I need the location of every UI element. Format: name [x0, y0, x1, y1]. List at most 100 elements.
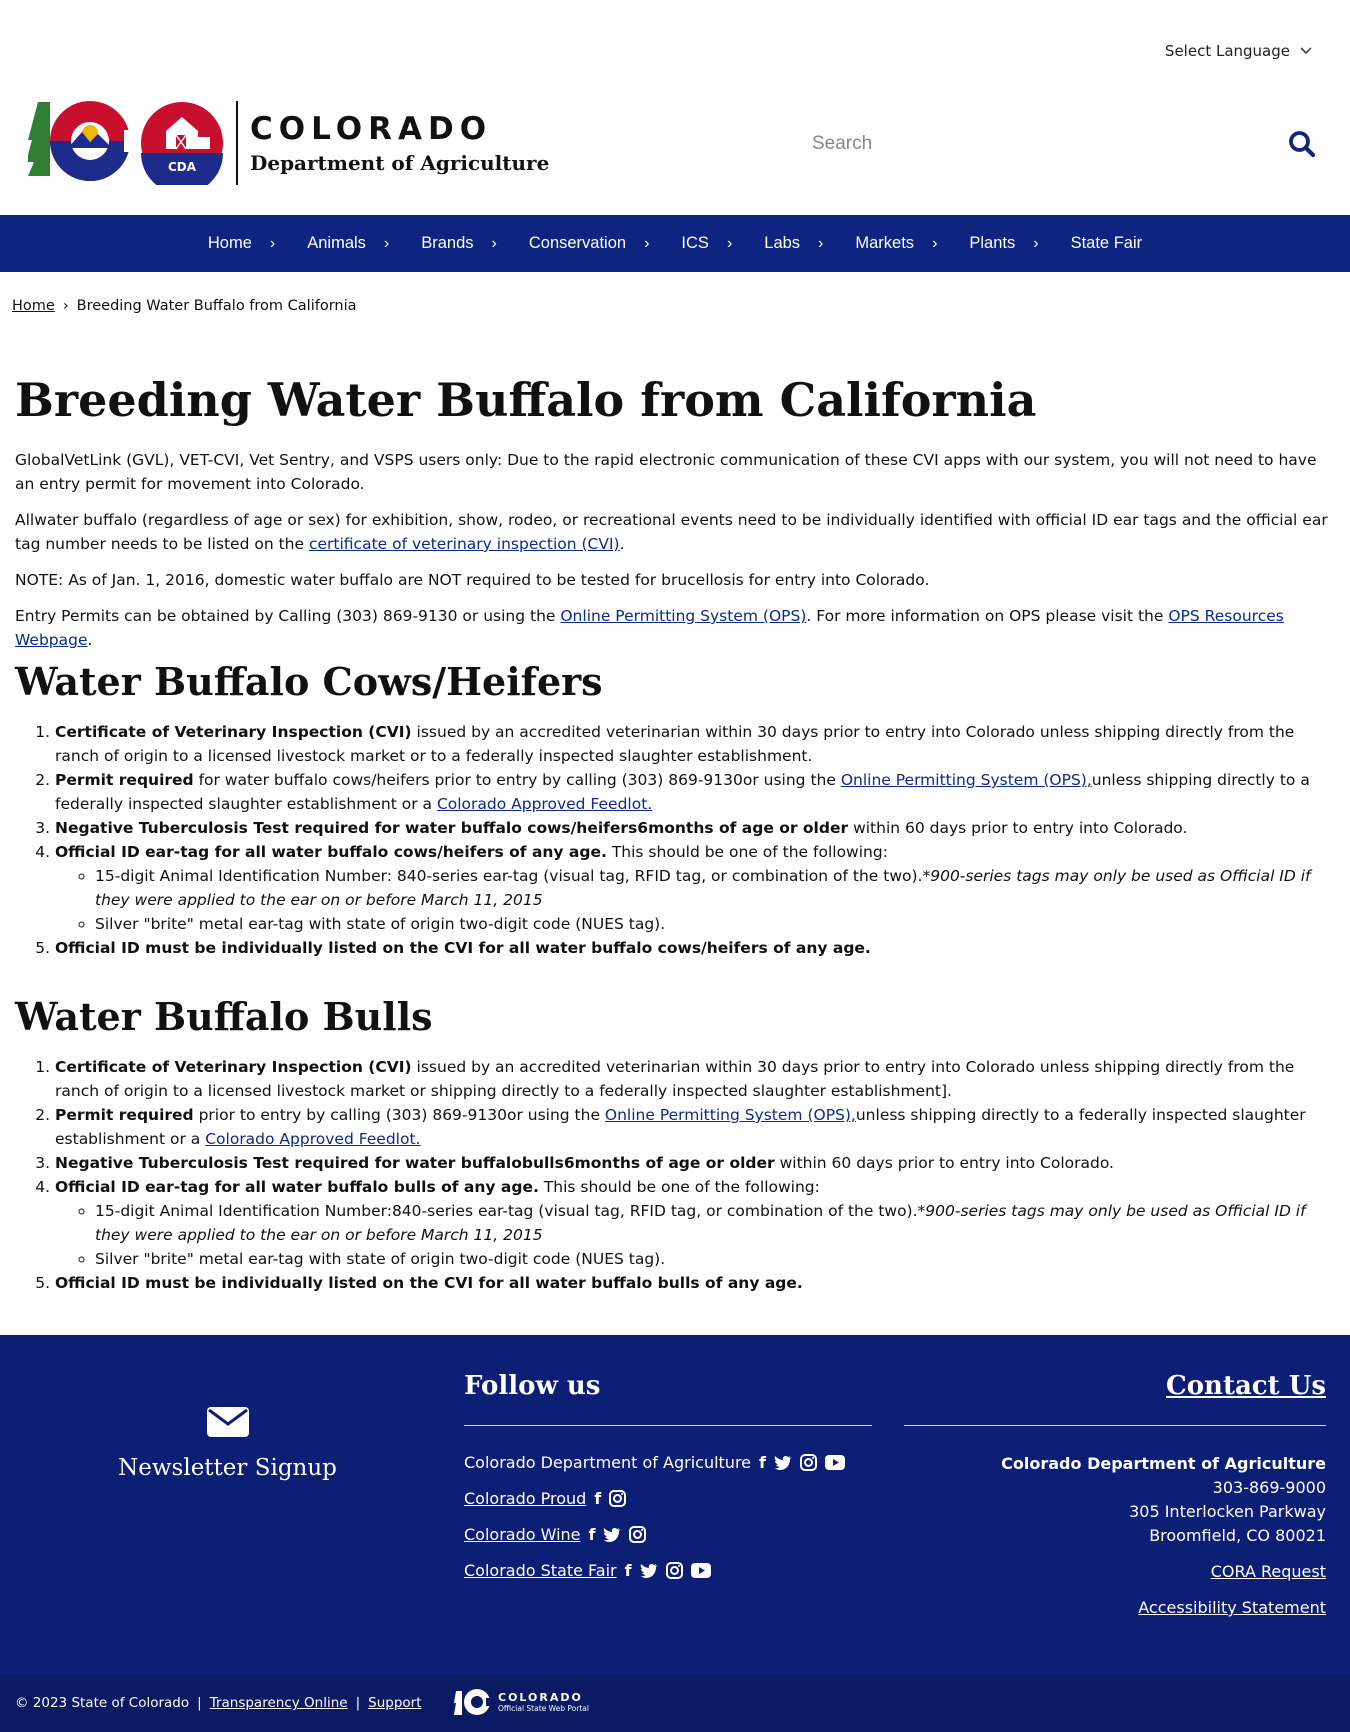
item-bold: Permit required: [55, 771, 194, 789]
colorado-state-fair-link[interactable]: Colorado State Fair: [464, 1561, 617, 1580]
sub-list: 15-digit Animal Identification Number:84…: [95, 1199, 1335, 1271]
approved-feedlot-link[interactable]: Colorado Approved Feedlot.: [437, 795, 652, 813]
main-nav: Home › Animals › Brands › Conservation › ICS…: [0, 215, 1350, 272]
nav-item-plants[interactable]: Plants ›: [953, 234, 1054, 253]
item-bold: Certificate of Veterinary Inspection (CV…: [55, 1058, 412, 1076]
nav-item-label: Animals: [307, 234, 366, 252]
search-input[interactable]: [812, 133, 1282, 155]
section-cows-heifers: Water Buffalo Cows/Heifers Certificate o…: [15, 658, 1335, 960]
list-item: Official ID ear-tag for all water buffal…: [55, 1175, 1335, 1271]
cora-request-link[interactable]: CORA Request: [1211, 1562, 1326, 1581]
contact-us-link[interactable]: Contact Us: [1166, 1371, 1326, 1401]
item-bold: Official ID ear-tag for all water buffal…: [55, 1178, 539, 1196]
twitter-icon[interactable]: [603, 1527, 622, 1542]
follow-heading: Follow us: [464, 1371, 601, 1401]
item-text: 15-digit Animal Identification Number:84…: [95, 1202, 918, 1220]
nav-item-markets[interactable]: Markets ›: [839, 234, 953, 253]
chevron-down-icon: [1300, 45, 1312, 58]
twitter-icon[interactable]: [639, 1563, 658, 1578]
facebook-icon[interactable]: f: [759, 1453, 766, 1472]
youtube-icon[interactable]: [824, 1454, 845, 1470]
contact-street: 305 Interlocken Parkway: [1129, 1502, 1326, 1521]
intro-paragraph: GlobalVetLink (GVL), VET-CVI, Vet Sentry…: [15, 451, 1317, 493]
list-item: Permit required prior to entry by callin…: [55, 1103, 1335, 1151]
envelope-icon: [206, 1407, 249, 1437]
colorado-wine-link[interactable]: Colorado Wine: [464, 1525, 581, 1544]
sub-list: 15-digit Animal Identification Number: 8…: [95, 864, 1335, 936]
cda-seal-icon: CDA: [141, 102, 223, 185]
breadcrumb-separator: ›: [62, 298, 69, 314]
item-bold: Official ID must be individually listed …: [55, 939, 871, 957]
nav-item-conservation[interactable]: Conservation ›: [513, 234, 666, 253]
main-content: Breeding Water Buffalo from California G…: [15, 370, 1335, 1292]
newsletter-signup[interactable]: Newsletter Signup: [115, 1407, 340, 1481]
item-bold: Negative Tuberculosis Test required for …: [55, 819, 849, 837]
approved-feedlot-link[interactable]: Colorado Approved Feedlot.: [205, 1130, 420, 1148]
nav-item-animals[interactable]: Animals ›: [291, 234, 405, 253]
colorado-proud-link[interactable]: Colorado Proud: [464, 1489, 586, 1508]
separator: |: [355, 1695, 361, 1711]
ops-link[interactable]: Online Permitting System (OPS): [560, 607, 806, 625]
state-portal-logo[interactable]: COLORADO Official State Web Portal: [454, 1687, 589, 1717]
social-row: Colorado Wine f: [464, 1516, 872, 1552]
contact-address: Colorado Department of Agriculture 303-8…: [904, 1452, 1326, 1548]
instagram-icon[interactable]: [609, 1489, 627, 1507]
facebook-icon[interactable]: f: [589, 1525, 596, 1544]
breadcrumb-home-link[interactable]: Home: [12, 298, 55, 314]
list-item: Certificate of Veterinary Inspection (CV…: [55, 720, 1335, 768]
list-item: Permit required for water buffalo cows/h…: [55, 768, 1335, 816]
ops-link[interactable]: Online Permitting System (OPS),: [841, 771, 1092, 789]
item-text: prior to entry by calling (303) 869-9130…: [193, 1106, 605, 1124]
facebook-icon[interactable]: f: [594, 1489, 601, 1508]
nav-item-label: Home: [207, 234, 252, 252]
accessibility-statement-link[interactable]: Accessibility Statement: [1138, 1598, 1326, 1617]
instagram-icon[interactable]: [799, 1453, 817, 1471]
social-row: Colorado State Fair f: [464, 1552, 872, 1588]
page-title: Breeding Water Buffalo from California: [15, 373, 1037, 427]
search-button[interactable]: [1282, 124, 1322, 164]
nav-item-state-fair[interactable]: State Fair: [1055, 234, 1159, 253]
facebook-icon[interactable]: f: [625, 1561, 632, 1580]
follow-us: Follow us Colorado Department of Agricul…: [464, 1371, 872, 1588]
section-bulls: Water Buffalo Bulls Certificate of Veter…: [15, 993, 1335, 1295]
item-text: within 60 days prior to entry into Color…: [848, 819, 1188, 837]
chevron-right-icon: ›: [491, 234, 497, 252]
twitter-icon[interactable]: [773, 1455, 792, 1470]
nav-item-brands[interactable]: Brands ›: [405, 234, 513, 253]
instagram-icon[interactable]: [629, 1525, 647, 1543]
item-text: within 60 days prior to entry into Color…: [774, 1154, 1114, 1172]
nav-item-label: Markets: [855, 234, 915, 252]
cvi-link[interactable]: certificate of veterinary inspection (CV…: [309, 535, 620, 553]
contact-org: Colorado Department of Agriculture: [1001, 1454, 1326, 1473]
instagram-icon[interactable]: [665, 1561, 683, 1579]
separator: |: [197, 1695, 202, 1711]
permits-paragraph: Entry Permits can be obtained by Calling…: [15, 604, 1335, 652]
item-text: This should be one of the following:: [606, 843, 888, 861]
youtube-icon[interactable]: [690, 1562, 711, 1578]
nav-item-ics[interactable]: ICS ›: [665, 234, 748, 253]
chevron-right-icon: ›: [1033, 234, 1039, 252]
list-item: Official ID must be individually listed …: [55, 1271, 1335, 1295]
breadcrumb-current: Breeding Water Buffalo from California: [76, 298, 357, 314]
item-bold: Permit required: [55, 1106, 194, 1124]
site-logo[interactable]: CDA COLORADO Department of Agriculture: [28, 100, 549, 186]
site-header: Select Language CDA COLORADO Department …: [0, 0, 1350, 215]
support-link[interactable]: Support: [368, 1695, 421, 1711]
breadcrumb: Home › Breeding Water Buffalo from Calif…: [12, 298, 357, 314]
language-selector[interactable]: Select Language: [1165, 42, 1312, 60]
divider: [904, 1425, 1326, 1426]
item-text: This should be one of the following:: [538, 1178, 820, 1196]
chevron-right-icon: ›: [644, 234, 650, 252]
sub-footer: © 2023 State of Colorado | Transparency …: [0, 1675, 1350, 1732]
nav-item-home[interactable]: Home ›: [192, 234, 291, 253]
chevron-right-icon: ›: [818, 234, 824, 252]
nav-item-labs[interactable]: Labs ›: [748, 234, 839, 253]
transparency-online-link[interactable]: Transparency Online: [210, 1695, 348, 1711]
section-heading: Water Buffalo Cows/Heifers: [15, 659, 603, 704]
requirements-list: Certificate of Veterinary Inspection (CV…: [55, 720, 1335, 960]
search-icon: [1289, 131, 1316, 158]
item-bold: Official ID ear-tag for all water buffal…: [55, 843, 607, 861]
item-text: 15-digit Animal Identification Number: 8…: [95, 867, 923, 885]
ops-link[interactable]: Online Permitting System (OPS),: [605, 1106, 856, 1124]
language-label: Select Language: [1164, 42, 1290, 60]
